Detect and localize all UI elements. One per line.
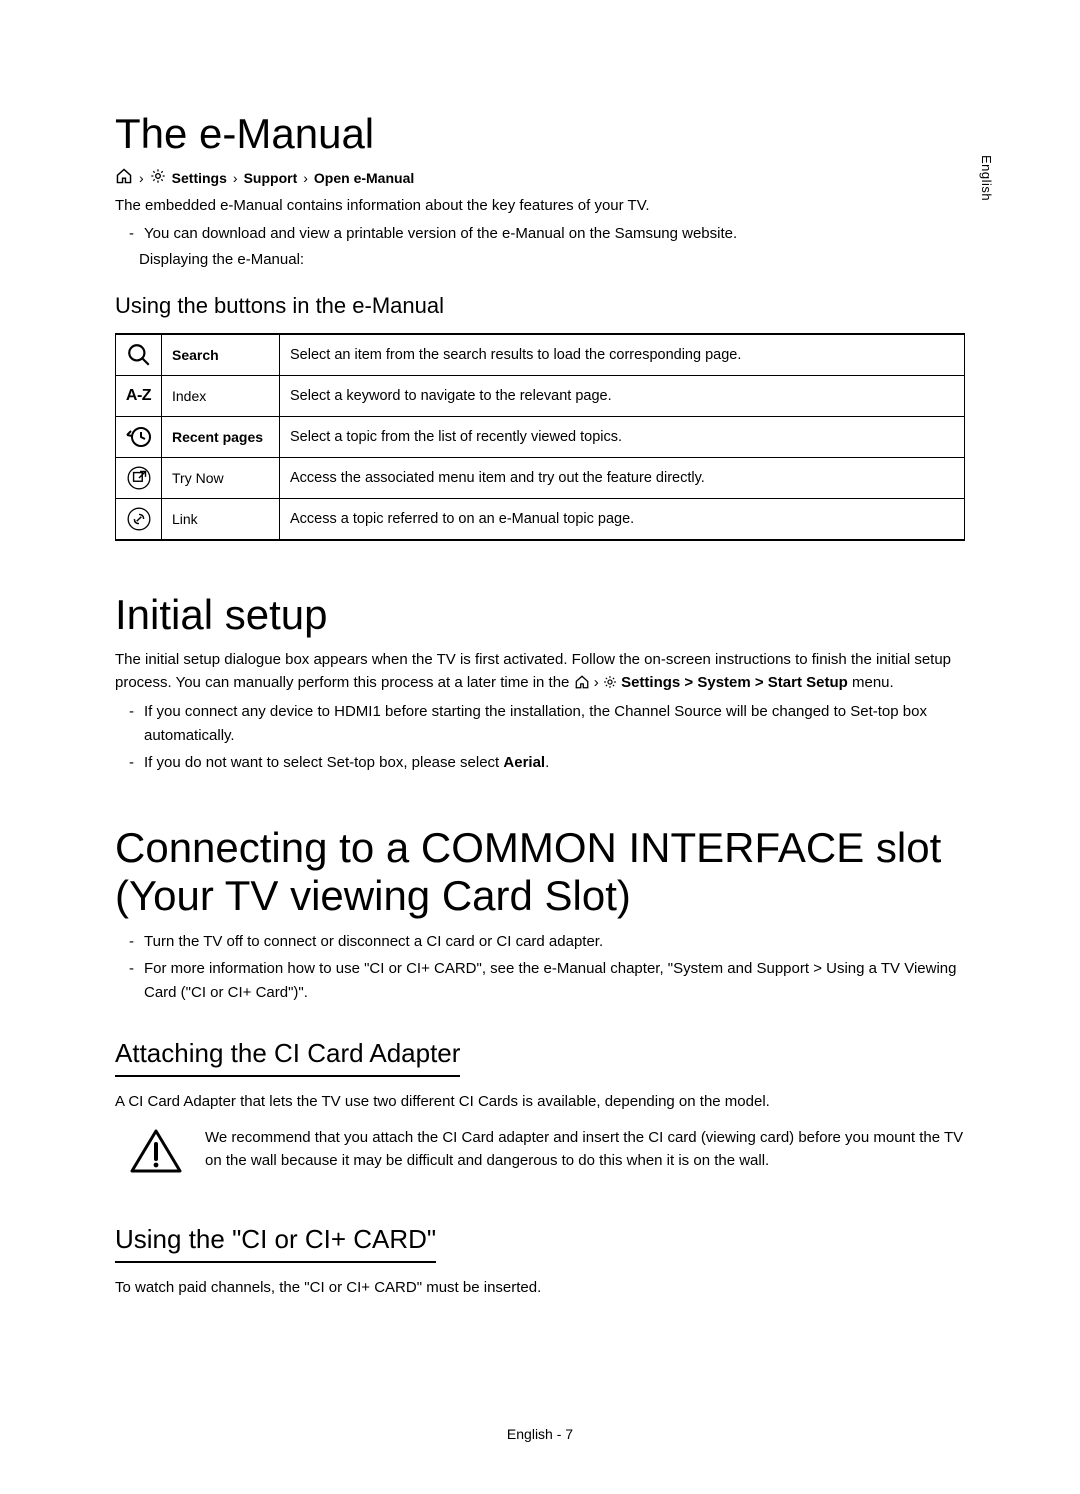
row-name: Link	[162, 499, 280, 541]
bullet-text: If you connect any device to HDMI1 befor…	[144, 700, 965, 747]
row-desc: Access a topic referred to on an e-Manua…	[280, 499, 965, 541]
row-name: Search	[162, 334, 280, 376]
home-icon	[574, 674, 590, 697]
subheading-ci-adapter: Attaching the CI Card Adapter	[115, 1038, 460, 1077]
subheading-ci-card: Using the "CI or CI+ CARD"	[115, 1224, 436, 1263]
warning-text: We recommend that you attach the CI Card…	[205, 1127, 965, 1172]
breadcrumb: › Settings › Support › Open e-Manual	[115, 168, 965, 187]
bullet-text: For more information how to use "CI or C…	[144, 957, 965, 1004]
chevron-right-icon: ›	[303, 170, 308, 186]
bullet-dash-icon: -	[129, 700, 134, 747]
aerial-label: Aerial	[503, 754, 545, 771]
table-row: Try Now Access the associated menu item …	[116, 458, 965, 499]
page-footer: English - 7	[0, 1426, 1080, 1442]
bullet-dash-icon: -	[129, 957, 134, 1004]
warning-callout: We recommend that you attach the CI Card…	[129, 1127, 965, 1180]
warning-icon	[129, 1127, 183, 1180]
row-name: Index	[162, 376, 280, 417]
text: menu.	[852, 674, 894, 691]
table-row: Link Access a topic referred to on an e-…	[116, 499, 965, 541]
language-side-label: English	[979, 155, 994, 201]
inline-path: › Settings > System > Start Setup	[574, 674, 852, 691]
text: If you do not want to select Set-top box…	[144, 754, 503, 771]
inline-path-text: Settings > System > Start Setup	[621, 674, 848, 691]
row-desc: Access the associated menu item and try …	[280, 458, 965, 499]
bullet-item: - Turn the TV off to connect or disconne…	[129, 930, 965, 953]
initial-intro: The initial setup dialogue box appears w…	[115, 649, 965, 696]
recent-pages-icon	[116, 417, 162, 458]
bullet-dash-icon: -	[129, 930, 134, 953]
chevron-right-icon: ›	[594, 674, 603, 691]
bullet-text: Turn the TV off to connect or disconnect…	[144, 930, 603, 953]
text: .	[545, 754, 549, 771]
manual-page: English The e-Manual › Settings › Suppor…	[0, 0, 1080, 1494]
gear-icon	[150, 168, 166, 187]
bullet-text: You can download and view a printable ve…	[144, 222, 737, 245]
display-note: Displaying the e-Manual:	[139, 249, 965, 272]
table-row: A-Z Index Select a keyword to navigate t…	[116, 376, 965, 417]
breadcrumb-open: Open e-Manual	[314, 170, 414, 186]
chevron-right-icon: ›	[139, 170, 144, 186]
search-icon	[116, 334, 162, 376]
bullet-item: - You can download and view a printable …	[129, 222, 965, 245]
ci-card-body: To watch paid channels, the "CI or CI+ C…	[115, 1277, 965, 1300]
emanual-intro: The embedded e-Manual contains informati…	[115, 195, 965, 218]
chevron-right-icon: ›	[233, 170, 238, 186]
bullet-item: - If you do not want to select Set-top b…	[129, 751, 965, 774]
row-desc: Select a keyword to navigate to the rele…	[280, 376, 965, 417]
bullet-item: - If you connect any device to HDMI1 bef…	[129, 700, 965, 747]
buttons-table: Search Select an item from the search re…	[115, 333, 965, 541]
row-name: Recent pages	[162, 417, 280, 458]
gear-icon	[603, 674, 617, 697]
bullet-dash-icon: -	[129, 222, 134, 245]
breadcrumb-support: Support	[244, 170, 298, 186]
bullet-text: If you do not want to select Set-top box…	[144, 751, 549, 774]
subheading-buttons: Using the buttons in the e-Manual	[115, 293, 965, 319]
heading-emanual: The e-Manual	[115, 110, 965, 158]
breadcrumb-settings: Settings	[172, 170, 227, 186]
table-row: Search Select an item from the search re…	[116, 334, 965, 376]
home-icon	[115, 168, 133, 187]
bullet-dash-icon: -	[129, 751, 134, 774]
try-now-icon	[116, 458, 162, 499]
row-desc: Select a topic from the list of recently…	[280, 417, 965, 458]
heading-initial-setup: Initial setup	[115, 591, 965, 639]
index-icon: A-Z	[116, 376, 162, 417]
ci-adapter-body: A CI Card Adapter that lets the TV use t…	[115, 1091, 965, 1114]
row-name: Try Now	[162, 458, 280, 499]
link-icon	[116, 499, 162, 541]
row-desc: Select an item from the search results t…	[280, 334, 965, 376]
heading-common-interface: Connecting to a COMMON INTERFACE slot (Y…	[115, 824, 965, 920]
bullet-item: - For more information how to use "CI or…	[129, 957, 965, 1004]
table-row: Recent pages Select a topic from the lis…	[116, 417, 965, 458]
